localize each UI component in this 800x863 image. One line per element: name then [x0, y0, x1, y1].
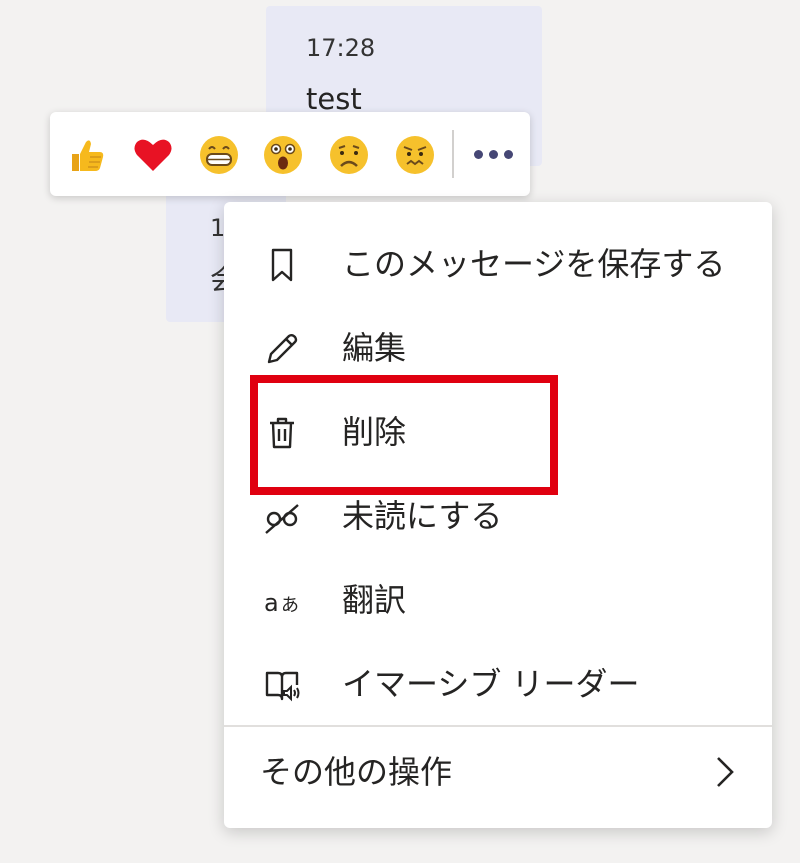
menu-item-label: 削除 — [342, 413, 407, 451]
reaction-divider — [452, 130, 454, 178]
sad-icon[interactable] — [328, 134, 370, 176]
message-context-menu: このメッセージを保存する 編集 削除 未読にする aあ 翻訳 イマーシブ リーダ… — [224, 202, 772, 828]
heart-icon[interactable] — [132, 134, 174, 176]
thumbs-up-icon[interactable] — [66, 134, 108, 176]
menu-item-edit[interactable]: 編集 — [224, 308, 772, 390]
message-text: test — [306, 82, 362, 116]
menu-item-label: イマーシブ リーダー — [342, 665, 640, 703]
menu-item-save-message[interactable]: このメッセージを保存する — [224, 224, 772, 306]
menu-divider — [224, 725, 772, 727]
trash-icon — [262, 413, 302, 453]
translate-icon: aあ — [262, 581, 302, 621]
menu-item-label: このメッセージを保存する — [342, 245, 726, 283]
message-timestamp: 1 — [210, 214, 226, 242]
svg-text:a: a — [264, 589, 279, 617]
menu-item-label: その他の操作 — [260, 753, 453, 791]
menu-item-mark-unread[interactable]: 未読にする — [224, 476, 772, 558]
surprised-icon[interactable] — [262, 134, 304, 176]
immersive-reader-icon — [262, 665, 302, 705]
menu-item-label: 翻訳 — [342, 581, 407, 619]
svg-text:あ: あ — [281, 595, 299, 616]
menu-item-delete[interactable]: 削除 — [224, 392, 772, 474]
chevron-right-icon — [710, 752, 740, 792]
angry-icon[interactable] — [394, 134, 436, 176]
menu-item-translate[interactable]: aあ 翻訳 — [224, 560, 772, 642]
reaction-bar — [50, 112, 530, 196]
menu-item-more-actions[interactable]: その他の操作 — [224, 732, 772, 814]
pencil-icon — [262, 329, 302, 369]
menu-item-label: 編集 — [342, 329, 407, 367]
laugh-icon[interactable] — [198, 134, 240, 176]
menu-item-immersive-reader[interactable]: イマーシブ リーダー — [224, 644, 772, 726]
message-timestamp: 17:28 — [306, 34, 376, 62]
bookmark-icon — [262, 245, 302, 285]
mark-unread-icon — [262, 497, 302, 537]
more-options-icon[interactable] — [468, 136, 518, 172]
menu-item-label: 未読にする — [342, 497, 503, 535]
